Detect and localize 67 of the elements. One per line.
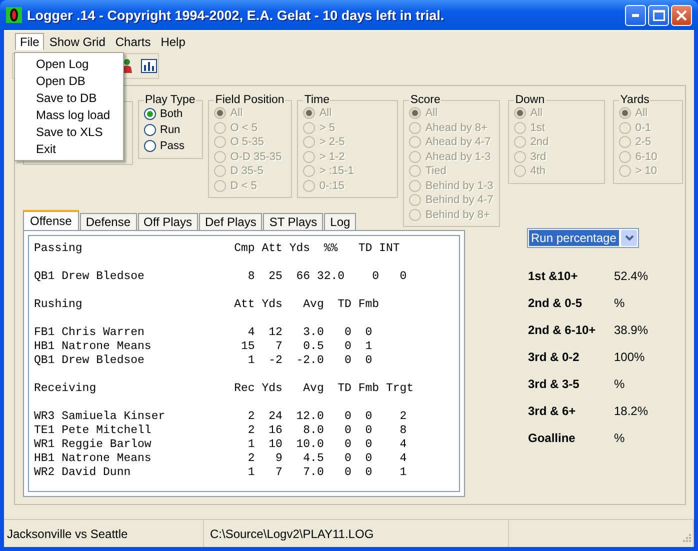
group-title: Field Position [214, 94, 286, 106]
status-text: Jacksonville vs Seattle [4, 520, 204, 547]
stat-value: % [614, 430, 625, 444]
radio-option[interactable]: Both [144, 106, 196, 122]
report-line: TE1 Pete Mitchell 2 16 8.0 0 0 8 [34, 424, 408, 438]
app-icon [6, 7, 22, 23]
stat-value: 52.4% [614, 268, 648, 282]
tab[interactable]: Log [324, 213, 356, 230]
menu-item[interactable]: Show Grid [44, 32, 110, 50]
stat-value: 18.2% [614, 404, 648, 418]
tab[interactable]: ST Plays [263, 213, 324, 230]
chart-select[interactable]: Run percentage [527, 228, 639, 248]
stat-value: 38.9% [614, 322, 648, 336]
menu-entry[interactable]: Mass log load [15, 107, 123, 124]
radio-option[interactable]: Pass [144, 138, 196, 154]
status-text: C:\Source\Logv2\PLAY11.LOG [204, 520, 509, 547]
stat-label: 1st &10+ [527, 268, 579, 282]
menu-entry[interactable]: Save to DB [15, 90, 123, 107]
stat-value: % [614, 296, 625, 310]
group-title: Down [514, 94, 546, 106]
report-line: Passing Cmp Att Yds %% TD INT [34, 242, 401, 256]
menu-entry[interactable]: Open Log [15, 56, 123, 73]
close-button[interactable] [671, 4, 692, 26]
stat-label: 3rd & 6+ [527, 404, 577, 418]
toolbar-button[interactable] [139, 56, 158, 76]
group-title: Yards [619, 94, 650, 106]
select-value: Run percentage [529, 230, 619, 246]
stat-label: 2nd & 0-5 [527, 296, 584, 310]
report-line: QB1 Drew Bledsoe 8 25 66 32.0 0 0 [34, 270, 408, 284]
report-line: WR3 Samiuela Kinser 2 24 12.0 0 0 2 [34, 410, 408, 424]
tab[interactable]: Def Plays [198, 213, 262, 230]
report-line: QB1 Drew Bledsoe 1 -2 -2.0 0 0 [34, 354, 374, 368]
minimize-button[interactable] [625, 4, 646, 26]
report-line: Receiving Rec Yds Avg TD Fmb Trgt [34, 382, 415, 396]
menu-item[interactable]: Charts [110, 32, 156, 50]
close-icon [676, 10, 687, 20]
report-line: FB1 Chris Warren 4 12 3.0 0 0 [34, 326, 374, 340]
report-line: HB1 Natrone Means 15 7 0.5 0 1 [34, 340, 374, 354]
tab[interactable]: Defense [80, 213, 137, 230]
stat-value: % [614, 376, 625, 390]
tab[interactable]: Off Plays [138, 213, 198, 230]
chart-icon [140, 58, 156, 74]
menu-entry[interactable]: Open DB [15, 73, 123, 90]
stat-value: 100% [614, 350, 645, 364]
report-line: Rushing Att Yds Avg TD Fmb [34, 298, 380, 312]
group-title: Score [409, 94, 442, 106]
menu-entry[interactable]: Exit [15, 141, 123, 158]
tab[interactable]: Offense [23, 210, 79, 230]
menu-item[interactable]: Help [156, 32, 190, 50]
stat-label: 3rd & 0-2 [527, 350, 580, 364]
menu-item[interactable]: File [15, 33, 44, 50]
stat-label: Goalline [527, 430, 576, 444]
dropdown-icon [624, 235, 634, 241]
group-title: Time [303, 94, 330, 106]
report-line: WR1 Reggie Barlow 1 10 10.0 0 0 4 [34, 438, 408, 452]
report-line: WR2 David Dunn 1 7 7.0 0 0 1 [34, 466, 408, 480]
group-title: Play Type [144, 94, 196, 106]
stat-label: 2nd & 6-10+ [527, 322, 597, 336]
resize-grip-icon [680, 533, 692, 545]
stat-label: 3rd & 3-5 [527, 376, 580, 390]
window-title: Logger .14 - Copyright 1994-2002, E.A. Gelat - 10 days left in trial. [27, 8, 444, 22]
minimize-icon [632, 14, 639, 16]
maximize-icon [652, 10, 664, 20]
menu-entry[interactable]: Save to XLS [15, 124, 123, 141]
radio-option[interactable]: Run [144, 122, 196, 138]
report-line: HB1 Natrone Means 2 9 4.5 0 0 4 [34, 452, 408, 466]
maximize-button[interactable] [648, 4, 669, 26]
